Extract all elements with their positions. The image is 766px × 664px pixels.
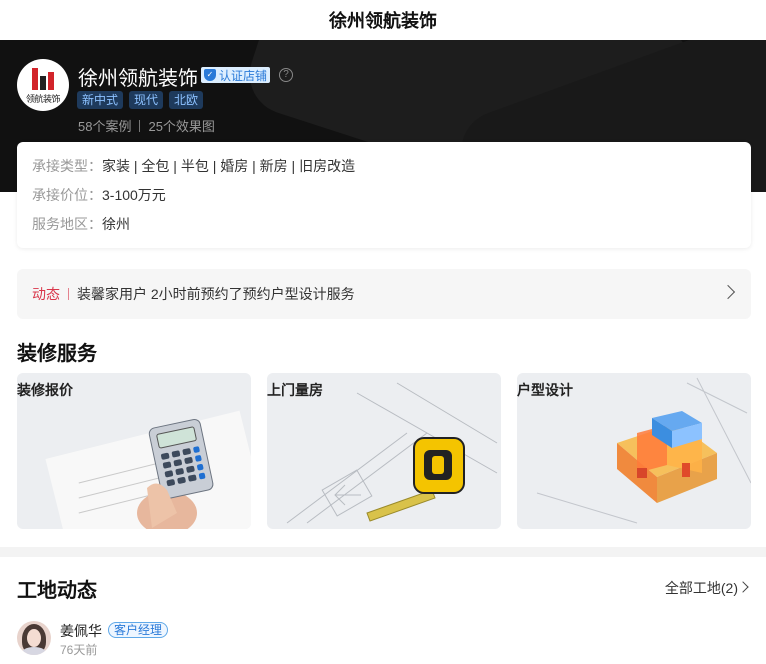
service-card-measure[interactable]: 上门量房	[267, 373, 501, 529]
feed-keyword: 动态	[32, 286, 60, 302]
chevron-right-icon	[720, 284, 736, 300]
style-tag[interactable]: 新中式	[77, 91, 124, 109]
info-label: 承接类型：	[32, 158, 102, 174]
role-badge: 客户经理	[108, 622, 169, 638]
case-count[interactable]: 58个案例	[78, 116, 131, 135]
top-bar: 徐州领航装饰	[0, 0, 766, 40]
sites-title: 工地动态	[17, 580, 97, 602]
info-label: 服务地区：	[32, 216, 102, 232]
style-tag[interactable]: 现代	[129, 91, 164, 109]
verified-label: 认证店铺	[219, 68, 268, 83]
section-divider	[0, 547, 766, 557]
stats-divider	[139, 119, 141, 132]
tape-measure-icon	[366, 437, 465, 522]
shop-name: 徐州领航装饰	[78, 68, 198, 90]
chevron-right-icon[interactable]	[737, 581, 749, 593]
style-tag[interactable]: 北欧	[169, 91, 204, 109]
service-label: 户型设计	[517, 382, 573, 398]
avatar-face	[27, 629, 41, 647]
manager-name[interactable]: 姜佩华	[60, 621, 102, 641]
help-icon[interactable]: ?	[279, 68, 293, 82]
calculator-icon	[137, 418, 214, 529]
service-card-design[interactable]: 户型设计	[517, 373, 751, 529]
verified-badge[interactable]: ✓ 认证店铺	[201, 67, 271, 83]
feed-message: 装馨家用户 2小时前预约了预约户型设计服务	[77, 286, 355, 302]
logo-mark-icon	[32, 66, 54, 90]
avatar[interactable]	[17, 621, 51, 655]
service-label: 装修报价	[17, 382, 73, 398]
shop-stats: 58个案例 25个效果图	[78, 116, 215, 135]
activity-feed[interactable]: 动态 装馨家用户 2小时前预约了预约户型设计服务	[17, 269, 751, 319]
info-value: 家装 | 全包 | 半包 | 婚房 | 新房 | 旧房改造	[102, 158, 356, 174]
info-row-area: 服务地区： 徐州	[32, 214, 130, 234]
all-sites-link[interactable]: 全部工地(2)	[665, 578, 738, 598]
info-value: 3-100万元	[102, 187, 166, 203]
info-label: 承接价位：	[32, 187, 102, 203]
service-card-quote[interactable]: 装修报价	[17, 373, 251, 529]
info-row-price: 承接价位： 3-100万元	[32, 185, 166, 205]
info-row-type: 承接类型： 家装 | 全包 | 半包 | 婚房 | 新房 | 旧房改造	[32, 156, 355, 176]
shield-check-icon: ✓	[204, 69, 216, 81]
service-info-card: 承接类型： 家装 | 全包 | 半包 | 婚房 | 新房 | 旧房改造 承接价位…	[17, 142, 751, 248]
render-count[interactable]: 25个效果图	[148, 116, 214, 135]
page-title: 徐州领航装饰	[329, 11, 437, 31]
avatar-body	[21, 647, 47, 655]
services-title: 装修服务	[17, 343, 97, 365]
info-value: 徐州	[102, 216, 130, 232]
post-time: 76天前	[60, 643, 98, 657]
style-tags: 新中式 现代 北欧	[77, 91, 204, 109]
feed-divider	[68, 288, 69, 300]
shop-logo[interactable]: 领航装饰	[17, 59, 69, 111]
service-label: 上门量房	[267, 382, 323, 398]
logo-text: 领航装饰	[25, 93, 61, 104]
